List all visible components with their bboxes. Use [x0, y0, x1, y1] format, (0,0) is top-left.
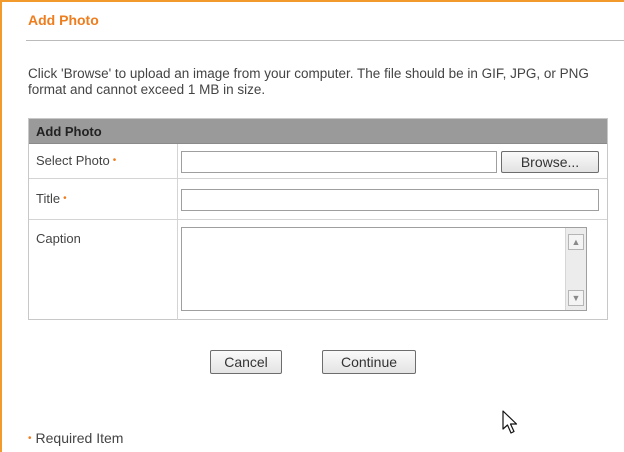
caption-scrollbar[interactable]: ▲ ▼	[565, 228, 586, 310]
select-photo-label-text: Select Photo	[36, 153, 110, 168]
intro-text: Click 'Browse' to upload an image from y…	[28, 66, 589, 97]
required-marker: •	[63, 193, 67, 204]
required-item-note: • Required Item	[28, 430, 123, 446]
caption-label: Caption	[36, 231, 81, 246]
row-divider	[29, 178, 607, 179]
select-photo-label: Select Photo •	[36, 153, 116, 168]
title-divider	[26, 40, 624, 41]
add-photo-panel: Add Photo Click 'Browse' to upload an im…	[0, 0, 624, 452]
form-header-bar: Add Photo	[29, 119, 607, 144]
title-label-text: Title	[36, 191, 61, 206]
mouse-pointer-icon	[502, 410, 518, 434]
continue-button[interactable]: Continue	[322, 350, 416, 374]
row-divider	[29, 219, 607, 220]
required-item-text: Required Item	[35, 430, 124, 446]
caption-textarea[interactable]: ▲ ▼	[181, 227, 587, 311]
photo-form: Add Photo Select Photo • Browse... Title •…	[28, 118, 608, 320]
select-photo-field[interactable]	[181, 151, 497, 173]
required-marker: •	[28, 433, 32, 444]
scroll-down-arrow-icon[interactable]: ▼	[568, 290, 584, 306]
required-marker: •	[112, 155, 117, 166]
title-field[interactable]	[181, 189, 599, 211]
panel-title: Add Photo	[28, 12, 99, 28]
column-divider	[177, 144, 178, 320]
scroll-up-arrow-icon[interactable]: ▲	[568, 234, 584, 250]
cancel-button[interactable]: Cancel	[210, 350, 282, 374]
title-label: Title •	[36, 191, 67, 206]
form-header-title: Add Photo	[36, 124, 102, 139]
browse-button[interactable]: Browse...	[501, 151, 599, 173]
